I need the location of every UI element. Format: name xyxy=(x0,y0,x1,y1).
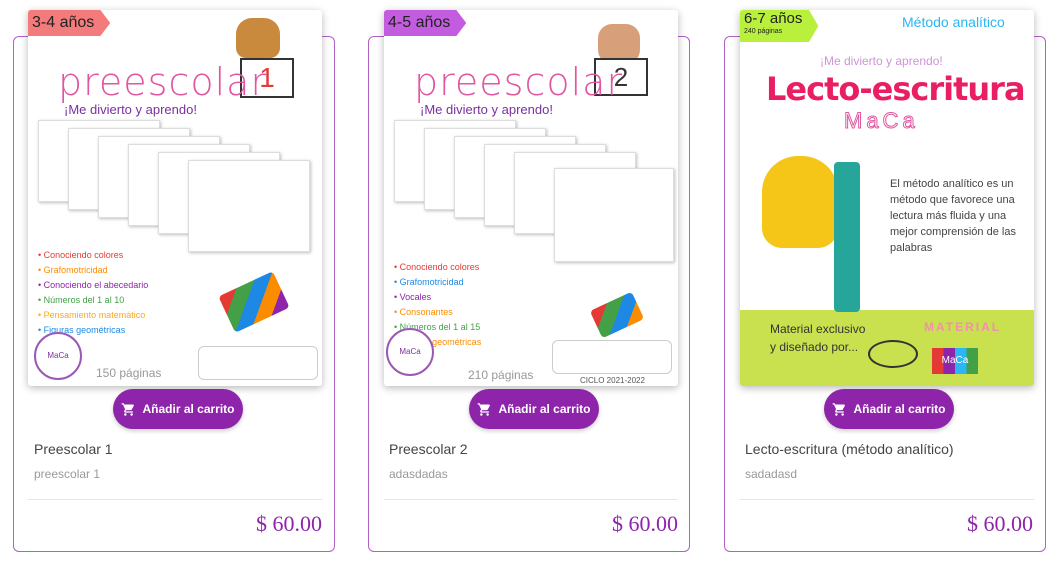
product-price: $ 60.00 xyxy=(256,511,322,536)
cover-subtitle: ¡Me divierto y aprendo! xyxy=(820,54,943,68)
cover-subtitle: ¡Me divierto y aprendo! xyxy=(420,102,553,117)
add-to-cart-label: Añadir al carrito xyxy=(142,402,235,416)
leopard-icon xyxy=(762,156,838,248)
cart-icon xyxy=(478,402,491,416)
brand-logo: MaCa xyxy=(34,332,82,380)
add-to-cart-button[interactable]: Añadir al carrito xyxy=(824,389,954,429)
product-name[interactable]: Preescolar 1 xyxy=(34,441,113,457)
product-cover-image[interactable]: 3-4 años 1 preescolar ¡Me divierto y apr… xyxy=(28,10,322,386)
signature-logo xyxy=(868,340,918,368)
add-to-cart-label: Añadir al carrito xyxy=(498,402,591,416)
dog-icon xyxy=(236,18,280,58)
pencil-icon xyxy=(834,162,860,312)
product-description: preescolar 1 xyxy=(34,467,101,481)
age-tag: 6-7 años 240 páginas xyxy=(740,10,819,42)
pages-count: 210 páginas xyxy=(468,368,534,382)
brand-logo: MaCa xyxy=(386,328,434,376)
pencils-icon xyxy=(589,291,645,339)
add-to-cart-button[interactable]: Añadir al carrito xyxy=(113,389,243,429)
pencils-icon xyxy=(218,271,290,333)
product-price: $ 60.00 xyxy=(612,511,678,536)
worksheet-stack xyxy=(394,120,674,270)
divider xyxy=(384,499,678,500)
add-to-cart-label: Añadir al carrito xyxy=(853,402,946,416)
cover-title: preescolar xyxy=(58,60,268,104)
exclusive-note: Material exclusivo y diseñado por... xyxy=(770,322,866,354)
product-cover-image[interactable]: 4-5 años 2 preescolar ¡Me divierto y apr… xyxy=(384,10,678,386)
product-price: $ 60.00 xyxy=(967,511,1033,536)
cart-icon xyxy=(833,402,846,416)
product-cover-image[interactable]: 6-7 años 240 páginas Método analítico ¡M… xyxy=(740,10,1034,386)
cover-title: Lecto-escritura xyxy=(766,70,1026,108)
method-label: Método analítico xyxy=(902,14,1005,30)
brand-outline: MaCa xyxy=(844,108,919,134)
add-to-cart-button[interactable]: Añadir al carrito xyxy=(469,389,599,429)
cart-icon xyxy=(122,402,135,416)
name-box xyxy=(552,340,672,374)
product-description: adasdadas xyxy=(389,467,448,481)
cover-subtitle: ¡Me divierto y aprendo! xyxy=(64,102,197,117)
product-description: sadadasd xyxy=(745,467,798,481)
brand-flags: MaCa xyxy=(932,348,978,374)
material-label: MATERIAL xyxy=(924,320,1002,334)
age-tag: 3-4 años xyxy=(28,10,111,36)
divider xyxy=(28,499,322,500)
pages-count: 150 páginas xyxy=(96,366,162,380)
product-name[interactable]: Preescolar 2 xyxy=(389,441,468,457)
cover-title: preescolar xyxy=(414,60,624,104)
method-blurb: El método analítico es un método que fav… xyxy=(890,178,1016,254)
name-box xyxy=(198,346,318,380)
age-pages: 240 páginas xyxy=(744,28,783,35)
product-name[interactable]: Lecto-escritura (método analítico) xyxy=(745,441,954,457)
school-cycle: CICLO 2021-2022 xyxy=(580,376,645,385)
age-tag: 4-5 años xyxy=(384,10,467,36)
divider xyxy=(740,499,1034,500)
topics-list: Conociendo colores Grafomotricidad Conoc… xyxy=(38,248,149,338)
